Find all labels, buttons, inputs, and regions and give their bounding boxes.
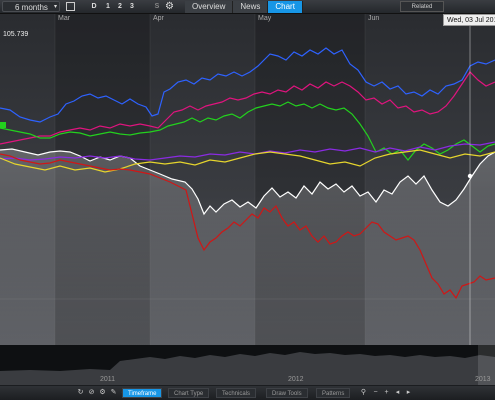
- block-icon[interactable]: ⊘: [87, 388, 96, 397]
- month-label: Apr: [153, 15, 164, 22]
- tab-overview[interactable]: Overview: [185, 1, 234, 13]
- chevron-down-icon: ▾: [53, 4, 57, 10]
- pencil-icon[interactable]: ✎: [109, 388, 118, 397]
- year-label: 2012: [288, 376, 304, 383]
- zoom-icon[interactable]: ⚲: [359, 388, 368, 397]
- year-label: 2011: [100, 376, 116, 383]
- calendar-icon[interactable]: [66, 2, 75, 11]
- settings-prefix: S: [154, 3, 160, 10]
- crosshair-marker: [467, 173, 473, 179]
- settings-icon[interactable]: ⚙: [98, 388, 107, 397]
- period-1[interactable]: 1: [104, 1, 112, 12]
- gear-icon[interactable]: ⚙: [165, 1, 174, 12]
- tab-timeframe[interactable]: Timeframe: [122, 388, 163, 398]
- tab-draw-tools[interactable]: Draw Tools: [266, 388, 308, 398]
- period-d[interactable]: D: [90, 1, 98, 12]
- series-marker: [0, 122, 6, 128]
- range-label: 6 months: [15, 3, 48, 12]
- overview-navigator[interactable]: [0, 345, 495, 385]
- year-label: 2013: [475, 376, 491, 383]
- tab-news[interactable]: News: [233, 1, 269, 13]
- tab-patterns[interactable]: Patterns: [316, 388, 351, 398]
- arrow-right-icon[interactable]: ▸: [404, 388, 413, 397]
- tab-technicals[interactable]: Technicals: [216, 388, 257, 398]
- related-button[interactable]: Related: [400, 1, 444, 12]
- month-label: Jun: [368, 15, 380, 22]
- tab-chart-type[interactable]: Chart Type: [168, 388, 210, 398]
- refresh-icon[interactable]: ↻: [76, 388, 85, 397]
- range-dropdown[interactable]: 6 months ▾: [2, 1, 60, 12]
- month-label: May: [258, 15, 272, 22]
- plus-icon[interactable]: +: [382, 388, 391, 397]
- main-tabs: Overview News Chart: [185, 1, 303, 13]
- month-label: Mar: [58, 15, 71, 22]
- crosshair-date-label: Wed, 03 Jul 2013: [443, 14, 495, 26]
- bottom-toolbar: ↻ ⊘ ⚙ ✎ ◷ Timeframe Chart Type Technical…: [0, 386, 495, 400]
- price-chart[interactable]: [0, 14, 495, 345]
- top-toolbar: 6 months ▾ D 1 2 3 S ⚙ Overview News Cha…: [0, 0, 495, 14]
- period-3[interactable]: 3: [128, 1, 136, 12]
- minus-icon[interactable]: −: [371, 388, 380, 397]
- tab-chart[interactable]: Chart: [268, 1, 303, 13]
- arrow-left-icon[interactable]: ◂: [393, 388, 402, 397]
- period-2[interactable]: 2: [116, 1, 124, 12]
- price-label: 105.739: [3, 31, 29, 38]
- month-axis: Mar Apr May Jun: [0, 14, 495, 24]
